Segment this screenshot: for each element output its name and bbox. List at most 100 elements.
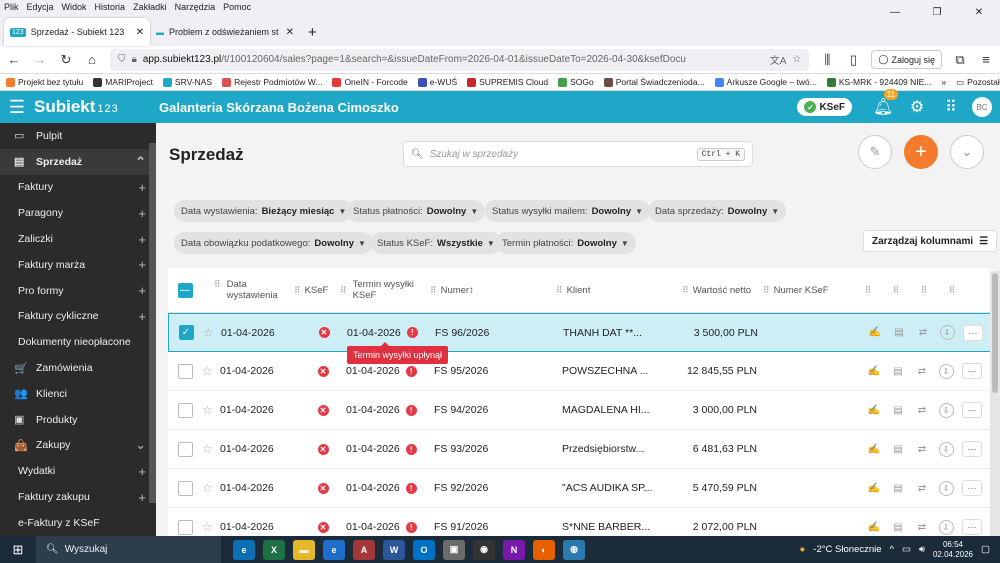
sidebar-item[interactable]: Faktury zakupu +: [0, 484, 156, 510]
row-checkbox[interactable]: ✓: [178, 325, 194, 340]
warning-icon[interactable]: !: [405, 482, 417, 494]
menu-icon[interactable]: ≡: [978, 52, 994, 67]
apps-grid-icon[interactable]: ⠿: [934, 97, 968, 117]
firefox-icon[interactable]: ◐: [533, 539, 555, 560]
app-logo[interactable]: Subiekt 123: [34, 97, 159, 117]
menu-item-6[interactable]: Pomoc: [223, 2, 251, 12]
row-checkbox[interactable]: [177, 363, 193, 379]
avatar[interactable]: BC: [972, 97, 992, 117]
chevron-double-down-icon[interactable]: ⌄: [950, 135, 984, 169]
sidebar-item[interactable]: Faktury cykliczne +: [0, 304, 156, 330]
receipt-icon[interactable]: ▤: [886, 483, 910, 494]
outlook-icon[interactable]: O: [413, 539, 435, 560]
receipt-icon[interactable]: ▤: [886, 522, 910, 533]
plus-icon[interactable]: +: [138, 283, 146, 298]
menu-item-3[interactable]: Historia: [95, 2, 126, 12]
receipt-icon[interactable]: ▤: [886, 444, 910, 455]
filter-chip[interactable]: Status KSeF: Wszystkie ▼: [370, 232, 502, 254]
folder-icon[interactable]: ▬: [293, 539, 315, 560]
download-icon[interactable]: ⇩: [939, 325, 955, 340]
receipt-icon[interactable]: ▤: [887, 327, 911, 338]
sidebar-item[interactable]: Faktury marża +: [0, 252, 156, 278]
warning-icon[interactable]: !: [405, 521, 417, 533]
star-icon[interactable]: ☆: [202, 481, 220, 495]
weather-text[interactable]: -2°C Słonecznie: [813, 544, 881, 555]
extensions-icon[interactable]: ⧉: [952, 52, 968, 68]
translate-icon[interactable]: 文A: [770, 52, 787, 67]
drag-handle-icon[interactable]: ⠿: [856, 285, 880, 296]
back-icon[interactable]: ←: [6, 52, 22, 67]
library-icon[interactable]: ⫼: [819, 52, 835, 68]
sidebar-item[interactable]: ▤ Sprzedaż ⌃: [0, 148, 156, 175]
download-icon[interactable]: ⇩: [938, 402, 954, 418]
document-number[interactable]: FS 92/2026: [434, 482, 562, 494]
sidebar-item[interactable]: Wydatki +: [0, 458, 156, 484]
ksef-status-button[interactable]: ✓ KSeF: [797, 98, 852, 116]
notifications-icon[interactable]: ▢: [981, 544, 990, 555]
sidebar-item[interactable]: 👥 Klienci: [0, 381, 156, 407]
warning-icon[interactable]: !: [406, 327, 418, 338]
sidebar-item[interactable]: 👜 Zakupy ⌄: [0, 433, 156, 459]
access-icon[interactable]: A: [353, 539, 375, 560]
download-icon[interactable]: ⇩: [938, 441, 954, 457]
bookmark-item[interactable]: KS-MRK - 924409 NIE...: [826, 77, 931, 87]
onenote-icon[interactable]: N: [503, 539, 525, 560]
filter-chip[interactable]: Data wystawienia: Bieżący miesiąc ▼: [174, 200, 354, 222]
bell-icon[interactable]: 🔔︎ 11: [866, 89, 900, 117]
maximize-button[interactable]: ❐: [916, 0, 958, 24]
chevron-down-icon[interactable]: ⌄: [135, 437, 146, 453]
sync-icon[interactable]: ⇄: [910, 366, 934, 377]
sidebar-item[interactable]: Pro formy +: [0, 278, 156, 304]
filter-chip[interactable]: Data obowiązku podatkowego: Dowolny ▼: [174, 232, 373, 254]
signature-icon[interactable]: ✍: [862, 483, 886, 494]
ie-icon[interactable]: e: [323, 539, 345, 560]
bookmark-item[interactable]: Arkusze Google – twó...: [714, 77, 817, 87]
col-ksef-number[interactable]: Numer KSeF: [774, 285, 829, 296]
warning-icon[interactable]: !: [405, 365, 417, 377]
volume-icon[interactable]: 🔊︎: [919, 544, 925, 555]
bookmark-item[interactable]: OneIN - Forcode: [332, 77, 408, 87]
col-client[interactable]: Klient: [567, 285, 591, 296]
chevron-up-icon[interactable]: ^: [890, 544, 894, 555]
login-button[interactable]: ◯ Zaloguj się: [871, 50, 942, 69]
address-bar[interactable]: ⛉ 🔒︎ app.subiekt123.pl/t/100120604/sales…: [110, 48, 810, 71]
edge-icon[interactable]: e: [233, 539, 255, 560]
minimize-button[interactable]: —: [874, 0, 916, 24]
star-icon[interactable]: ☆: [203, 326, 221, 340]
bookmark-item[interactable]: Portal Świadczenioda...: [603, 77, 705, 87]
sidebar-item[interactable]: Dokumenty nieopłacone: [0, 329, 156, 355]
bookmark-star-icon[interactable]: ☆: [792, 54, 801, 65]
search-input[interactable]: 🔍︎ Szukaj w sprzedaży Ctrl + K: [403, 141, 753, 167]
reload-icon[interactable]: ↻: [58, 52, 74, 68]
document-number[interactable]: FS 91/2026: [434, 521, 562, 533]
receipt-icon[interactable]: ▤: [886, 405, 910, 416]
sidebar-scrollbar[interactable]: [149, 143, 156, 503]
table-row[interactable]: ☆ 01-04-2026 ✕ 01-04-2026! FS 95/2026 POWSZEC…: [168, 352, 994, 391]
more-options-button[interactable]: ···: [962, 363, 982, 379]
bookmark-item[interactable]: Rejestr Podmiotów W...: [222, 77, 322, 87]
download-icon[interactable]: ⇩: [938, 519, 954, 535]
more-options-button[interactable]: ···: [963, 324, 983, 341]
plus-icon[interactable]: +: [138, 309, 146, 324]
star-icon[interactable]: ☆: [202, 403, 220, 417]
col-date[interactable]: Data wystawienia: [227, 279, 300, 301]
sync-icon[interactable]: ⇄: [910, 405, 934, 416]
sidebar-item[interactable]: 🛒 Zamówienia: [0, 355, 156, 381]
plus-icon[interactable]: +: [138, 180, 146, 195]
word-icon[interactable]: W: [383, 539, 405, 560]
manage-columns-button[interactable]: Zarządzaj kolumnami ☰: [863, 230, 998, 252]
plus-icon[interactable]: +: [138, 257, 146, 272]
bookmark-item[interactable]: Projekt bez tytułu: [6, 77, 83, 87]
taskbar-search[interactable]: 🔍︎ Wyszukaj: [36, 536, 221, 563]
bookmark-item[interactable]: SUPREMIS Cloud: [467, 77, 548, 87]
menu-item-5[interactable]: Narzędzia: [175, 2, 216, 12]
drag-handle-icon[interactable]: ⠿: [430, 285, 437, 296]
col-net-value[interactable]: Wartość netto: [693, 285, 751, 296]
more-options-button[interactable]: ···: [962, 480, 982, 496]
star-icon[interactable]: ☆: [202, 442, 220, 456]
sidebar-item[interactable]: Faktury +: [0, 175, 156, 201]
row-checkbox[interactable]: [177, 441, 193, 457]
table-row[interactable]: ☆ 01-04-2026 ✕ 01-04-2026! FS 91/2026 S*NNE B…: [168, 508, 994, 536]
plus-icon[interactable]: +: [138, 206, 146, 221]
filter-chip[interactable]: Status wysyłki mailem: Dowolny ▼: [485, 200, 651, 222]
